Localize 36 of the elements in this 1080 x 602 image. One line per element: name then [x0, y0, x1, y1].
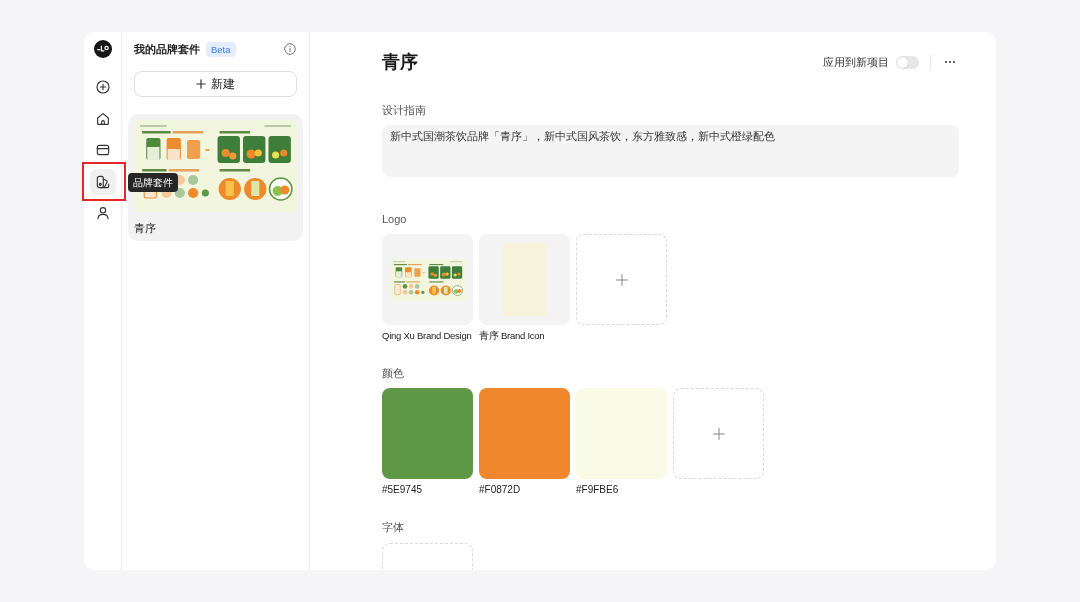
- kit-name: 青序: [134, 221, 157, 236]
- logo-icon[interactable]: [93, 40, 112, 58]
- panel-title: 我的品牌套件: [134, 42, 200, 57]
- info-icon[interactable]: [284, 43, 296, 55]
- toggle-switch[interactable]: [896, 55, 919, 69]
- window-icon: [94, 142, 111, 158]
- color-swatch[interactable]: [576, 388, 667, 479]
- section-label: 颜色: [382, 366, 404, 381]
- color-code: #F0872D: [479, 483, 521, 497]
- sidebar-item[interactable]: [89, 168, 116, 195]
- color-swatch[interactable]: [479, 388, 570, 479]
- tooltip: 品牌套件: [127, 172, 178, 192]
- plus-icon: [712, 427, 725, 440]
- home-icon: [94, 110, 111, 127]
- add-tile[interactable]: [576, 234, 667, 325]
- beta-badge: Beta: [206, 41, 236, 57]
- logo-name: Qing Xu Brand Design: [382, 329, 472, 343]
- logo-tile[interactable]: [382, 234, 473, 325]
- section-label: 设计指南: [382, 103, 426, 118]
- user-icon: [94, 205, 111, 221]
- new-button[interactable]: 新建: [134, 71, 297, 97]
- color-swatch[interactable]: [382, 388, 473, 479]
- add-tile[interactable]: [673, 388, 764, 479]
- logo-tile[interactable]: [479, 234, 570, 325]
- section-label: Logo: [382, 212, 407, 227]
- add-circle-icon: [94, 79, 111, 95]
- toggle-label: 应用到新项目: [823, 55, 889, 70]
- kit-title: 青序: [382, 51, 418, 74]
- color-code: #F9FBE6: [576, 483, 619, 497]
- swatch-icon: [94, 173, 111, 190]
- section-label: 字体: [382, 520, 404, 535]
- plus-icon: [615, 273, 628, 286]
- color-code: #5E9745: [382, 483, 423, 497]
- logo-name: 青序 Brand Icon: [479, 329, 545, 343]
- guide-field[interactable]: 新中式国潮茶饮品牌「青序」，新中式国风茶饮，东方雅致感，新中式橙绿配色: [382, 125, 959, 177]
- plus-icon: [196, 79, 206, 89]
